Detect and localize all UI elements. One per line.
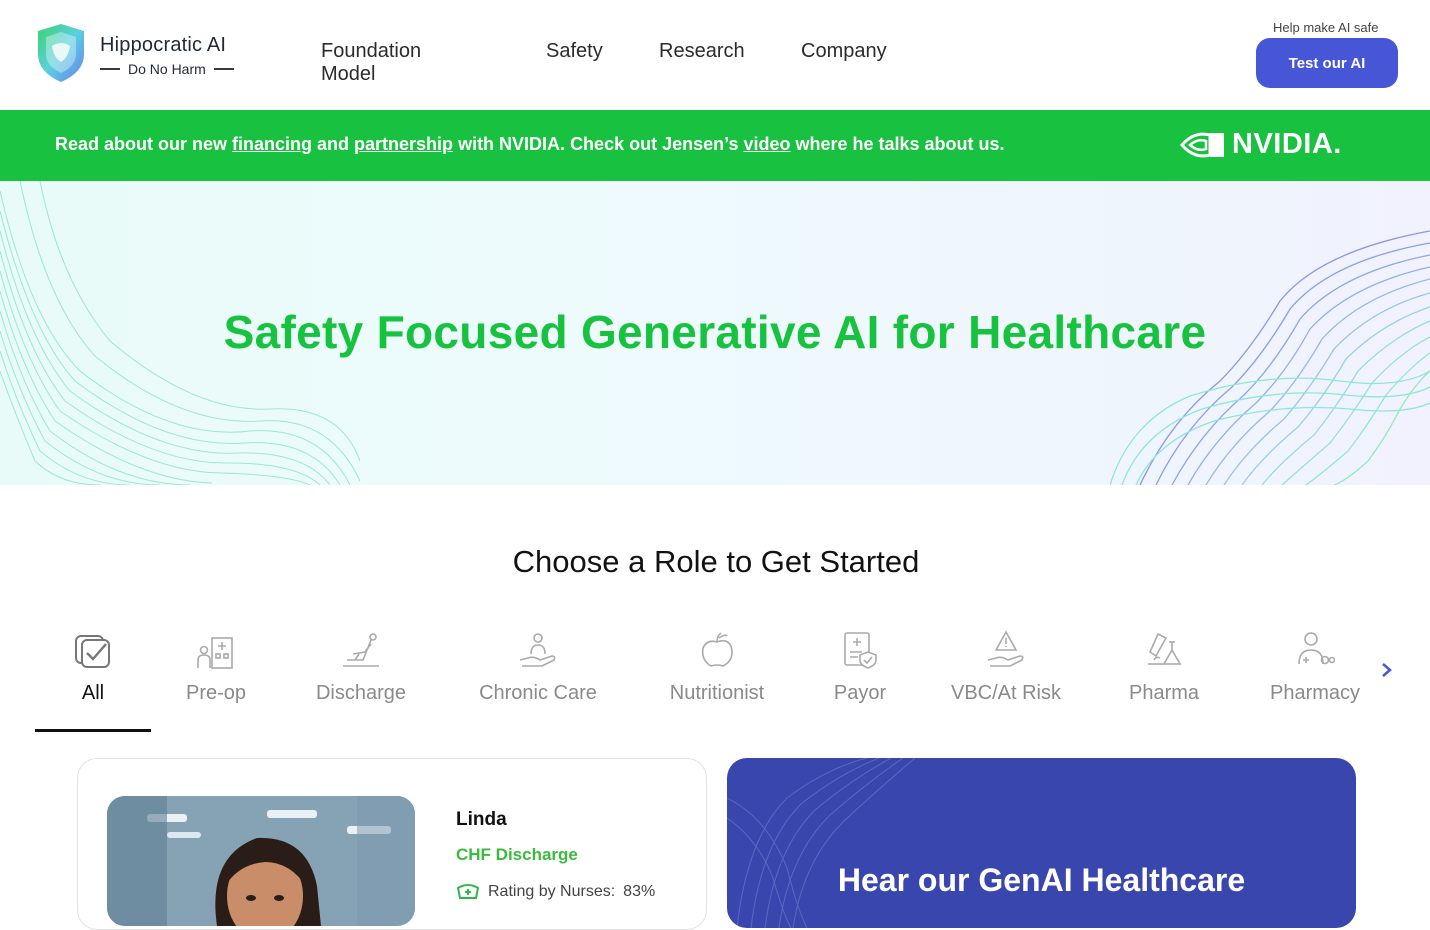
- brand-tagline: Do No Harm: [100, 61, 234, 77]
- warning-hand-icon: [987, 630, 1024, 667]
- nav-company[interactable]: Company: [801, 40, 887, 63]
- rating-value: 83%: [623, 883, 656, 900]
- tab-pharma[interactable]: Pharma: [1124, 630, 1204, 705]
- nvidia-wordmark: NVIDIA.: [1232, 128, 1342, 160]
- tab-label: Payor: [833, 682, 887, 704]
- tab-pre-op[interactable]: Pre-op: [176, 630, 256, 705]
- rating-label: Rating by Nurses:: [488, 883, 616, 900]
- banner-text-part: and: [312, 134, 355, 154]
- pharmacist-icon: [1298, 632, 1335, 665]
- banner-text-part: with NVIDIA. Check out Jensen’s: [453, 134, 744, 154]
- partnership-link[interactable]: partnership: [354, 134, 453, 154]
- agent-rating: Rating by Nurses: 83%: [456, 883, 655, 901]
- nav-foundation-model[interactable]: Foundation Model: [321, 40, 421, 86]
- test-our-ai-button[interactable]: Test our AI: [1256, 38, 1398, 88]
- announcement-banner: Read about our new financing and partner…: [0, 110, 1430, 181]
- lab-flask-icon: [1148, 632, 1182, 665]
- tab-label: Nutritionist: [669, 682, 765, 704]
- tab-label: All: [81, 682, 105, 704]
- shield-logo-icon: [38, 24, 84, 82]
- tab-vbc-at-risk[interactable]: VBC/At Risk: [949, 630, 1063, 705]
- tab-label: Pharma: [1128, 682, 1200, 704]
- tab-label: Pre-op: [185, 682, 247, 704]
- financing-link[interactable]: financing: [232, 134, 312, 154]
- checkbox-icon: [75, 635, 110, 668]
- tagline-dash-left: [100, 68, 120, 70]
- tab-label: VBC/At Risk: [950, 682, 1062, 704]
- care-hand-icon: [519, 633, 556, 667]
- tab-all[interactable]: All: [57, 630, 129, 705]
- hero-section: Safety Focused Generative AI for Healthc…: [0, 181, 1430, 485]
- promo-card[interactable]: Hear our GenAI Healthcare: [727, 758, 1356, 928]
- banner-text: Read about our new financing and partner…: [55, 134, 1005, 155]
- promo-title: Hear our GenAI Healthcare: [837, 862, 1246, 898]
- brand-name: Hippocratic AI: [100, 34, 227, 56]
- document-shield-icon: [844, 632, 877, 669]
- discharge-icon: [343, 633, 379, 667]
- agent-role: CHF Discharge: [456, 845, 578, 864]
- brand-logo[interactable]: Hippocratic AI Do No Harm: [34, 22, 254, 86]
- agent-name: Linda: [456, 809, 507, 830]
- apple-icon: [701, 632, 733, 667]
- roles-heading: Choose a Role to Get Started: [512, 544, 920, 579]
- chevron-right-icon[interactable]: [1378, 659, 1396, 681]
- help-make-ai-safe-text: Help make AI safe: [1273, 20, 1379, 35]
- tab-pharmacy[interactable]: Pharmacy: [1265, 630, 1365, 705]
- tab-nutritionist[interactable]: Nutritionist: [665, 630, 769, 705]
- nvidia-logo[interactable]: NVIDIA.: [1180, 128, 1342, 161]
- hospital-icon: [197, 637, 233, 669]
- tab-label: Discharge: [315, 682, 407, 704]
- tab-payor[interactable]: Payor: [829, 630, 891, 705]
- banner-text-part: where he talks about us.: [790, 134, 1005, 154]
- site-header: Hippocratic AI Do No Harm Foundation Mod…: [0, 0, 1430, 110]
- nvidia-eye-icon: [1180, 132, 1224, 157]
- tagline-text: Do No Harm: [128, 61, 206, 77]
- active-tab-indicator: [35, 729, 151, 732]
- tab-chronic-care[interactable]: Chronic Care: [474, 630, 602, 705]
- wave-lines-decoration: [727, 758, 916, 928]
- video-link[interactable]: video: [743, 134, 790, 154]
- role-tabs: All Pre-op Discharge Chronic Care Nutrit…: [35, 630, 1430, 732]
- nurse-cap-icon: [456, 884, 480, 899]
- tab-label: Chronic Care: [479, 682, 597, 704]
- nav-safety[interactable]: Safety: [546, 40, 603, 63]
- tab-label: Pharmacy: [1269, 682, 1361, 704]
- tagline-dash-right: [213, 68, 234, 70]
- hero-title: Safety Focused Generative AI for Healthc…: [223, 306, 1207, 358]
- banner-text-part: Read about our new: [55, 134, 233, 154]
- nav-research[interactable]: Research: [659, 40, 745, 63]
- tab-discharge[interactable]: Discharge: [311, 630, 411, 705]
